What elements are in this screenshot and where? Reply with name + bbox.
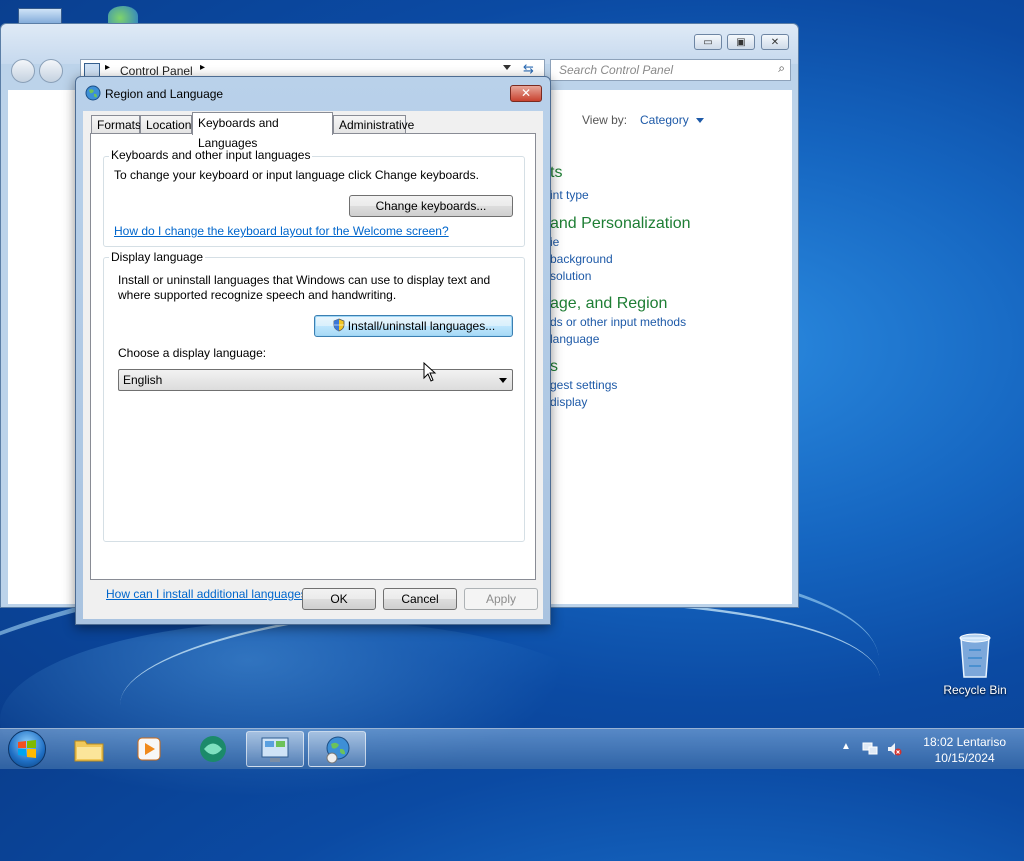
uac-shield-icon (333, 318, 345, 332)
display-language-value: English (123, 373, 163, 387)
display-description-line2: where supported recognize speech and han… (118, 288, 397, 302)
category-link-3b[interactable]: language (550, 332, 599, 346)
system-clock[interactable]: 18:02 Lentariso 10/15/2024 (923, 734, 1006, 766)
tab-keyboards-and-languages[interactable]: Keyboards and Languages (192, 112, 333, 150)
control-panel-titlebar: ▭ ▣ ✕ (1, 24, 798, 64)
tab-administrative[interactable]: Administrative (333, 115, 414, 134)
dialog-close-button[interactable]: ✕ (510, 85, 542, 102)
search-input[interactable]: Search Control Panel ⌕ (550, 59, 791, 81)
dialog-body: Formats Location Keyboards and Languages… (83, 111, 543, 619)
start-button[interactable] (8, 730, 46, 768)
apply-button[interactable]: Apply (464, 588, 538, 610)
breadcrumb-next-icon[interactable]: ▸ (200, 62, 205, 73)
cancel-button[interactable]: Cancel (383, 588, 457, 610)
control-panel-icon (84, 63, 100, 77)
category-heading-1[interactable]: ts (550, 164, 562, 182)
category-heading-2[interactable]: and Personalization (550, 215, 691, 233)
taskbar-media-player[interactable] (120, 731, 178, 767)
globe-icon (85, 85, 101, 101)
tab-location[interactable]: Location (140, 115, 192, 134)
clock-date: 10/15/2024 (934, 751, 995, 765)
control-panel-icon (261, 737, 289, 762)
show-hidden-icons-icon[interactable]: ▲ (841, 741, 851, 752)
category-heading-3[interactable]: age, and Region (550, 295, 667, 313)
taskbar-app[interactable] (184, 731, 242, 767)
minimize-button[interactable]: ▭ (694, 34, 722, 50)
network-icon[interactable] (862, 741, 878, 757)
category-link-2b[interactable]: background (550, 252, 613, 266)
category-heading-4[interactable]: s (550, 358, 558, 376)
refresh-icon[interactable]: ⇆ (523, 61, 534, 77)
tab-panel: Keyboards and other input languages To c… (90, 133, 536, 580)
category-link-4b[interactable]: display (550, 395, 587, 409)
close-button[interactable]: ✕ (761, 34, 789, 50)
dialog-title: Region and Language (105, 87, 224, 101)
folder-icon (74, 740, 104, 762)
back-button[interactable] (11, 59, 35, 83)
change-keyboards-button[interactable]: Change keyboards... (349, 195, 513, 217)
app-swirl-icon (200, 736, 226, 762)
display-language-select[interactable]: English (118, 369, 513, 391)
recycle-bin-label: Recycle Bin (943, 683, 1007, 697)
category-link-2a[interactable]: ie (550, 235, 559, 249)
welcome-screen-layout-link[interactable]: How do I change the keyboard layout for … (114, 224, 449, 238)
taskbar-control-panel[interactable] (246, 731, 304, 767)
taskbar-region-language[interactable] (308, 731, 366, 767)
taskbar-explorer[interactable] (60, 731, 118, 767)
globe-clock-icon (326, 736, 350, 764)
view-by-label: View by: (582, 113, 628, 127)
address-dropdown-icon[interactable] (503, 65, 511, 70)
clock-time: 18:02 Lentariso (923, 735, 1006, 749)
chevron-down-icon (696, 118, 705, 124)
search-placeholder: Search Control Panel (559, 63, 674, 77)
view-by-dropdown[interactable]: Category (640, 113, 705, 127)
media-player-icon (137, 737, 161, 761)
display-language-group-title: Display language (109, 250, 206, 264)
choose-display-language-label: Choose a display language: (118, 346, 267, 360)
breadcrumb-arrow-icon[interactable]: ▸ (105, 62, 110, 73)
region-language-dialog: Region and Language ✕ Formats Location K… (75, 76, 551, 625)
install-additional-languages-link[interactable]: How can I install additional languages? (106, 587, 313, 601)
volume-muted-icon[interactable] (886, 741, 902, 757)
category-link-1a[interactable]: int type (550, 188, 589, 202)
display-description-line1: Install or uninstall languages that Wind… (118, 273, 491, 287)
recycle-bin[interactable]: Recycle Bin (940, 630, 1010, 697)
install-uninstall-languages-button[interactable]: Install/uninstall languages... (314, 315, 513, 337)
category-link-4a[interactable]: gest settings (550, 378, 617, 392)
chevron-down-icon (499, 378, 507, 383)
view-by-value: Category (640, 113, 689, 127)
category-link-3a[interactable]: ds or other input methods (550, 315, 686, 329)
windows-logo-icon (18, 740, 36, 758)
mouse-cursor-icon (423, 362, 437, 382)
search-icon[interactable]: ⌕ (778, 61, 785, 76)
keyboards-description: To change your keyboard or input languag… (114, 168, 479, 182)
taskbar: ▲ 18:02 Lentariso 10/15/2024 (0, 728, 1024, 769)
recycle-bin-icon (959, 633, 991, 678)
maximize-button[interactable]: ▣ (727, 34, 755, 50)
category-link-2c[interactable]: solution (550, 269, 591, 283)
ok-button[interactable]: OK (302, 588, 376, 610)
forward-button[interactable] (39, 59, 63, 83)
tab-formats[interactable]: Formats (91, 115, 141, 134)
install-uninstall-label: Install/uninstall languages... (347, 319, 496, 333)
